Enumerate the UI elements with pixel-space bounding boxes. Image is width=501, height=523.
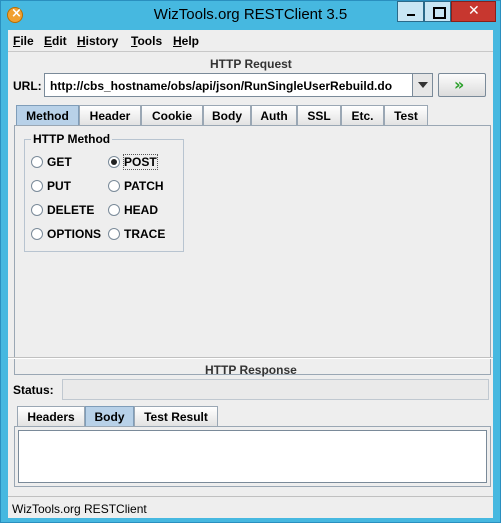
menu-history-mnemonic: H [77, 34, 86, 48]
menu-edit[interactable]: Edit [44, 34, 67, 48]
radio-patch-circle[interactable] [108, 180, 120, 192]
radio-options-label: OPTIONS [47, 227, 102, 241]
http-method-group: HTTP Method GET POST PUT PATCH DELETE HE… [24, 132, 184, 252]
http-method-legend: HTTP Method [31, 132, 113, 146]
radio-get-circle[interactable] [31, 156, 43, 168]
menu-help-label: elp [181, 34, 200, 48]
menu-tools[interactable]: Tools [131, 34, 162, 48]
request-section-title: HTTP Request [210, 57, 292, 71]
status-label: Status: [13, 383, 54, 397]
tab-body[interactable]: Body [203, 105, 251, 125]
radio-get-label: GET [47, 155, 72, 169]
menu-history[interactable]: History [77, 34, 118, 48]
url-value: http://cbs_hostname/obs/api/json/RunSing… [50, 79, 393, 93]
tab-test[interactable]: Test [384, 105, 428, 125]
response-body-textarea[interactable] [18, 430, 487, 483]
menu-help[interactable]: Help [173, 34, 199, 48]
radio-post-circle[interactable] [108, 156, 120, 168]
status-bar: WizTools.org RESTClient [8, 496, 493, 518]
close-button[interactable] [451, 1, 496, 22]
radio-head-circle[interactable] [108, 204, 120, 216]
menu-edit-label: dit [52, 34, 67, 48]
menu-tools-label: ools [137, 34, 163, 48]
response-section-title: HTTP Response [205, 363, 297, 377]
url-label: URL: [13, 79, 42, 93]
menu-help-mnemonic: H [173, 34, 182, 48]
tab-ssl[interactable]: SSL [297, 105, 341, 125]
client-area: File Edit History Tools Help HTTP Reques… [8, 30, 493, 518]
tab-response-headers[interactable]: Headers [17, 406, 85, 426]
radio-put-circle[interactable] [31, 180, 43, 192]
radio-trace-circle[interactable] [108, 228, 120, 240]
tab-auth[interactable]: Auth [251, 105, 297, 125]
response-body-panel [14, 426, 491, 487]
minimize-button[interactable] [397, 1, 424, 22]
tab-test-result[interactable]: Test Result [134, 406, 218, 426]
go-button[interactable]: » [438, 73, 486, 97]
radio-trace-label: TRACE [124, 227, 166, 241]
radio-post-label: POST [123, 154, 158, 170]
status-bar-text: WizTools.org RESTClient [12, 502, 147, 516]
radio-delete-label: DELETE [47, 203, 95, 217]
status-field [62, 379, 489, 400]
menu-history-label: istory [85, 34, 119, 48]
menu-edit-mnemonic: E [44, 34, 53, 48]
menu-file-label: ile [20, 34, 34, 48]
radio-head-label: HEAD [124, 203, 159, 217]
radio-patch-label: PATCH [124, 179, 164, 193]
radio-options-circle[interactable] [31, 228, 43, 240]
split-pane-divider[interactable] [8, 357, 493, 359]
tab-response-body[interactable]: Body [85, 406, 134, 426]
title-bar[interactable]: WizTools.org RESTClient 3.5 [1, 1, 500, 30]
menu-file[interactable]: File [13, 34, 34, 48]
url-dropdown-arrow-icon[interactable] [412, 74, 432, 96]
radio-delete-circle[interactable] [31, 204, 43, 216]
tab-cookie[interactable]: Cookie [141, 105, 203, 125]
radio-put-label: PUT [47, 179, 71, 193]
menu-bar: File Edit History Tools Help [8, 30, 493, 52]
tab-method[interactable]: Method [16, 105, 79, 125]
double-chevron-right-icon: » [454, 75, 465, 94]
url-input[interactable]: http://cbs_hostname/obs/api/json/RunSing… [44, 73, 433, 97]
app-window: WizTools.org RESTClient 3.5 File Edit Hi… [0, 0, 501, 523]
method-panel: HTTP Method GET POST PUT PATCH DELETE HE… [14, 125, 491, 375]
tab-header[interactable]: Header [79, 105, 141, 125]
maximize-button[interactable] [424, 1, 451, 22]
tab-etc[interactable]: Etc. [341, 105, 384, 125]
